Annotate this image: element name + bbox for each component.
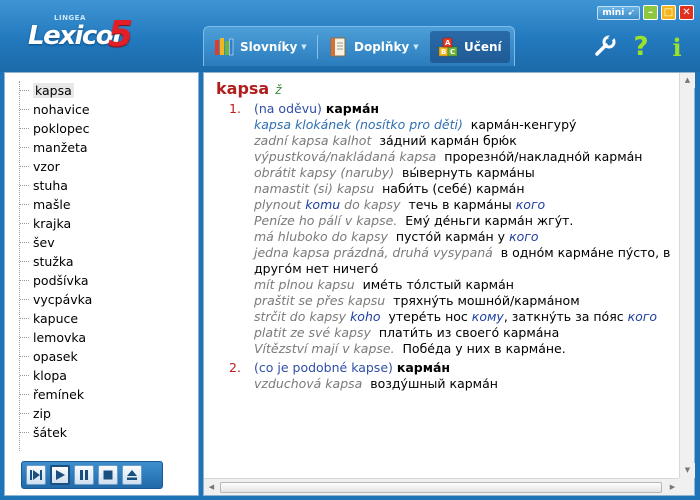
pin-icon: ➹ — [627, 7, 635, 18]
example-row: plynout komu do kapsy течь в карма́ны ко… — [254, 197, 546, 212]
logo-number: 5 — [108, 14, 134, 55]
help-icon: ? — [633, 32, 649, 62]
word-list-panel: kapsa nohavice poklopec manžeta vzor stu… — [4, 72, 199, 496]
example-row: jedna kapsa prázdná, druhá vysypaná в од… — [254, 245, 671, 276]
eject-button[interactable] — [122, 465, 142, 485]
scroll-right-icon[interactable]: ▶ — [665, 480, 680, 495]
example-row: Vítězství mají v kapse. Побе́да у них в … — [254, 341, 566, 356]
list-item[interactable]: kapuce — [20, 309, 195, 328]
play-button[interactable] — [50, 465, 70, 485]
stop-icon — [103, 470, 113, 480]
list-item[interactable]: stuha — [20, 176, 195, 195]
list-item[interactable]: zip — [20, 404, 195, 423]
minimize-button[interactable]: – — [643, 5, 658, 20]
example-row: zadní kapsa kalhot за́дний карма́н брю́к — [254, 133, 517, 148]
tab-uceni[interactable]: A B C Učení — [430, 31, 510, 63]
list-item[interactable]: poklopec — [20, 119, 195, 138]
abc-blocks-icon: A B C — [438, 37, 458, 57]
books-icon — [214, 37, 234, 57]
mini-mode-button[interactable]: mini ➹ — [597, 5, 640, 20]
vertical-scrollbar[interactable]: ▲ ▼ — [679, 73, 695, 478]
list-item[interactable]: šev — [20, 233, 195, 252]
list-item[interactable]: šátek — [20, 423, 195, 442]
sense-2: 2. (co je podobné kapse) карма́н vzducho… — [216, 360, 680, 392]
translation[interactable]: карма́н — [397, 360, 450, 375]
skip-next-icon — [30, 470, 42, 480]
entry-panel: kapsa ž 1. (na oděvu) карма́н kapsa kloká… — [203, 72, 695, 496]
example-row: kapsa klokánek (nosítko pro děti) карма́… — [254, 117, 577, 132]
settings-button[interactable] — [590, 30, 620, 64]
horizontal-scrollbar[interactable]: ◀ ▶ — [204, 478, 680, 495]
gender-label: ž — [275, 83, 282, 97]
list-item[interactable]: podšívka — [20, 271, 195, 290]
tab-label: Učení — [464, 40, 502, 54]
stop-button[interactable] — [98, 465, 118, 485]
svg-text:A: A — [445, 39, 451, 47]
wrench-icon — [593, 33, 617, 61]
tab-label: Doplňky — [354, 40, 410, 54]
tab-divider — [317, 35, 318, 59]
list-item[interactable]: krajka — [20, 214, 195, 233]
scroll-down-icon[interactable]: ▼ — [680, 463, 695, 478]
example-row: výpustková/nakládaná kapsa прорезно́й/на… — [254, 149, 643, 164]
example-row: platit ze své kapsy плати́ть из своего́ … — [254, 325, 560, 340]
sense-1: 1. (na oděvu) карма́н kapsa klokánek (no… — [216, 101, 680, 357]
example-row: strčit do kapsy koho утере́ть нос кому, … — [254, 309, 657, 324]
toolbar-tools: ? i — [590, 30, 695, 66]
window-controls: mini ➹ – □ ✕ — [597, 5, 694, 20]
list-item[interactable]: stužka — [20, 252, 195, 271]
sense-number: 2. — [229, 360, 241, 375]
word-list: kapsa nohavice poklopec manžeta vzor stu… — [19, 81, 195, 451]
audio-player — [21, 461, 163, 489]
example-row: Peníze ho pálí v kapse. Ему́ де́ньги кар… — [254, 213, 574, 228]
list-item[interactable]: opasek — [20, 347, 195, 366]
list-item[interactable]: řemínek — [20, 385, 195, 404]
list-item[interactable]: manžeta — [20, 138, 195, 157]
list-item[interactable]: kapsa — [20, 81, 195, 100]
list-item[interactable]: vzor — [20, 157, 195, 176]
list-item[interactable]: mašle — [20, 195, 195, 214]
sense-note: (co je podobné kapse) — [254, 360, 393, 375]
chevron-down-icon: ▼ — [413, 43, 419, 51]
scroll-left-icon[interactable]: ◀ — [204, 480, 219, 495]
example-row: mít plnou kapsu име́ть то́лстый карма́н — [254, 277, 514, 292]
info-icon: i — [672, 32, 682, 62]
scroll-up-icon[interactable]: ▲ — [680, 73, 695, 88]
pause-button[interactable] — [74, 465, 94, 485]
eject-icon — [127, 470, 137, 480]
info-button[interactable]: i — [662, 30, 692, 64]
maximize-button[interactable]: □ — [661, 5, 676, 20]
play-icon — [56, 470, 65, 480]
chevron-down-icon: ▼ — [301, 43, 307, 51]
tab-doplnky[interactable]: Doplňky ▼ — [328, 31, 419, 63]
tab-label: Slovníky — [240, 40, 298, 54]
sense-number: 1. — [229, 101, 241, 116]
main-tabs: Slovníky ▼ Doplňky ▼ A B C Učení — [203, 26, 515, 66]
scrollbar-thumb[interactable] — [220, 482, 662, 493]
example-row: obrátit kapsy (naruby) вы́вернуть карма́… — [254, 165, 535, 180]
example-row: praštit se přes kapsu тряхну́ть мошно́й/… — [254, 293, 580, 308]
help-button[interactable]: ? — [626, 30, 656, 64]
skip-next-button[interactable] — [26, 465, 46, 485]
headword: kapsa — [216, 79, 270, 98]
tab-slovniky[interactable]: Slovníky ▼ — [214, 31, 307, 63]
list-item[interactable]: lemovka — [20, 328, 195, 347]
list-item[interactable]: vycpávka — [20, 290, 195, 309]
close-button[interactable]: ✕ — [679, 5, 694, 20]
sense-note: (na oděvu) — [254, 101, 322, 116]
scrollbar-corner — [679, 478, 694, 495]
svg-text:C: C — [450, 48, 455, 56]
list-item[interactable]: klopa — [20, 366, 195, 385]
app-header: LINGEA Lexicon 5 Slovníky ▼ Doplňky ▼ A … — [0, 0, 700, 72]
pause-icon — [80, 470, 88, 480]
example-row: namastit (si) kapsu наби́ть (себе́) карм… — [254, 181, 525, 196]
list-item[interactable]: nohavice — [20, 100, 195, 119]
svg-text:B: B — [441, 48, 446, 56]
book-icon — [328, 37, 348, 57]
translation[interactable]: карма́н — [326, 101, 379, 116]
dictionary-entry: kapsa ž 1. (na oděvu) карма́н kapsa kloká… — [204, 73, 680, 478]
example-row: vzduchová kapsa возду́шный карма́н — [254, 376, 498, 391]
example-row: má hluboko do kapsy пусто́й карма́н у ко… — [254, 229, 539, 244]
